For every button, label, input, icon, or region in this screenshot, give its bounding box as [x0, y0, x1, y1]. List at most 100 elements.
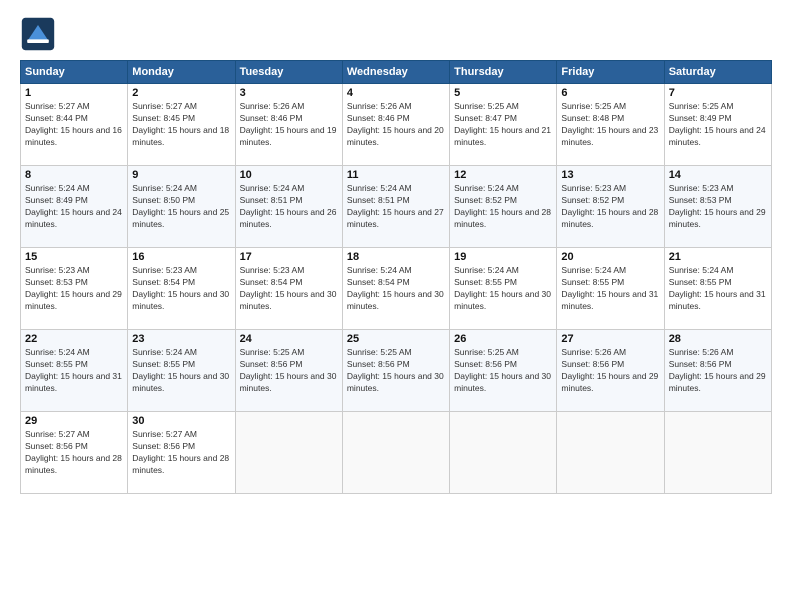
day-number: 14 [669, 169, 767, 181]
day-info: Sunrise: 5:25 AMSunset: 8:47 PMDaylight:… [454, 101, 552, 149]
day-number: 13 [561, 169, 659, 181]
empty-cell [557, 412, 664, 494]
calendar-day-21: 21Sunrise: 5:24 AMSunset: 8:55 PMDayligh… [664, 248, 771, 330]
calendar-day-14: 14 Sunrise: 5:23 AMSunset: 8:53 PMDayligh… [664, 166, 771, 248]
day-number: 4 [347, 87, 445, 99]
day-number: 8 [25, 169, 123, 181]
calendar-day-25: 25 Sunrise: 5:25 AMSunset: 8:56 PMDayligh… [342, 330, 449, 412]
calendar-day-10: 10Sunrise: 5:24 AMSunset: 8:51 PMDayligh… [235, 166, 342, 248]
calendar-header-thursday: Thursday [450, 61, 557, 84]
calendar-header-sunday: Sunday [21, 61, 128, 84]
calendar-day-22: 22Sunrise: 5:24 AMSunset: 8:55 PMDayligh… [21, 330, 128, 412]
day-info: Sunrise: 5:24 AMSunset: 8:55 PMDaylight:… [561, 265, 659, 313]
calendar-day-4: 4 Sunrise: 5:26 AMSunset: 8:46 PMDaylight… [342, 84, 449, 166]
day-info: Sunrise: 5:25 AMSunset: 8:56 PMDaylight:… [347, 347, 445, 395]
day-number: 3 [240, 87, 338, 99]
day-info: Sunrise: 5:27 AMSunset: 8:44 PMDaylight:… [25, 101, 123, 149]
calendar-day-7: 7 Sunrise: 5:25 AMSunset: 8:49 PMDaylight… [664, 84, 771, 166]
calendar-day-27: 27Sunrise: 5:26 AMSunset: 8:56 PMDayligh… [557, 330, 664, 412]
calendar-header-row: SundayMondayTuesdayWednesdayThursdayFrid… [21, 61, 772, 84]
day-number: 15 [25, 251, 123, 263]
day-info: Sunrise: 5:27 AMSunset: 8:56 PMDaylight:… [132, 429, 230, 477]
day-number: 25 [347, 333, 445, 345]
header [20, 16, 772, 52]
calendar-day-30: 30 Sunrise: 5:27 AMSunset: 8:56 PMDayligh… [128, 412, 235, 494]
day-info: Sunrise: 5:25 AMSunset: 8:56 PMDaylight:… [240, 347, 338, 395]
calendar-day-18: 18 Sunrise: 5:24 AMSunset: 8:54 PMDayligh… [342, 248, 449, 330]
calendar-day-13: 13Sunrise: 5:23 AMSunset: 8:52 PMDayligh… [557, 166, 664, 248]
day-info: Sunrise: 5:23 AMSunset: 8:53 PMDaylight:… [669, 183, 767, 231]
day-info: Sunrise: 5:24 AMSunset: 8:55 PMDaylight:… [454, 265, 552, 313]
calendar-week-3: 15 Sunrise: 5:23 AMSunset: 8:53 PMDayligh… [21, 248, 772, 330]
day-info: Sunrise: 5:26 AMSunset: 8:56 PMDaylight:… [561, 347, 659, 395]
day-info: Sunrise: 5:23 AMSunset: 8:54 PMDaylight:… [240, 265, 338, 313]
calendar-header-monday: Monday [128, 61, 235, 84]
day-info: Sunrise: 5:25 AMSunset: 8:49 PMDaylight:… [669, 101, 767, 149]
calendar-week-1: 1 Sunrise: 5:27 AMSunset: 8:44 PMDaylight… [21, 84, 772, 166]
day-info: Sunrise: 5:24 AMSunset: 8:51 PMDaylight:… [347, 183, 445, 231]
calendar-table: SundayMondayTuesdayWednesdayThursdayFrid… [20, 60, 772, 494]
day-number: 26 [454, 333, 552, 345]
day-number: 24 [240, 333, 338, 345]
day-info: Sunrise: 5:26 AMSunset: 8:46 PMDaylight:… [240, 101, 338, 149]
day-info: Sunrise: 5:25 AMSunset: 8:48 PMDaylight:… [561, 101, 659, 149]
day-number: 16 [132, 251, 230, 263]
page: SundayMondayTuesdayWednesdayThursdayFrid… [0, 0, 792, 612]
calendar-day-3: 3 Sunrise: 5:26 AMSunset: 8:46 PMDaylight… [235, 84, 342, 166]
logo [20, 16, 60, 52]
calendar-day-11: 11Sunrise: 5:24 AMSunset: 8:51 PMDayligh… [342, 166, 449, 248]
day-info: Sunrise: 5:27 AMSunset: 8:56 PMDaylight:… [25, 429, 123, 477]
calendar-day-1: 1 Sunrise: 5:27 AMSunset: 8:44 PMDaylight… [21, 84, 128, 166]
calendar-week-5: 29 Sunrise: 5:27 AMSunset: 8:56 PMDayligh… [21, 412, 772, 494]
calendar-day-17: 17 Sunrise: 5:23 AMSunset: 8:54 PMDayligh… [235, 248, 342, 330]
day-info: Sunrise: 5:26 AMSunset: 8:46 PMDaylight:… [347, 101, 445, 149]
calendar-week-2: 8 Sunrise: 5:24 AMSunset: 8:49 PMDaylight… [21, 166, 772, 248]
calendar-day-5: 5 Sunrise: 5:25 AMSunset: 8:47 PMDaylight… [450, 84, 557, 166]
day-number: 9 [132, 169, 230, 181]
day-number: 23 [132, 333, 230, 345]
calendar-header-wednesday: Wednesday [342, 61, 449, 84]
calendar-day-12: 12 Sunrise: 5:24 AMSunset: 8:52 PMDayligh… [450, 166, 557, 248]
calendar-day-16: 16 Sunrise: 5:23 AMSunset: 8:54 PMDayligh… [128, 248, 235, 330]
day-info: Sunrise: 5:26 AMSunset: 8:56 PMDaylight:… [669, 347, 767, 395]
day-number: 18 [347, 251, 445, 263]
day-number: 29 [25, 415, 123, 427]
calendar-day-9: 9 Sunrise: 5:24 AMSunset: 8:50 PMDaylight… [128, 166, 235, 248]
calendar-header-friday: Friday [557, 61, 664, 84]
empty-cell [664, 412, 771, 494]
day-number: 5 [454, 87, 552, 99]
calendar-day-29: 29 Sunrise: 5:27 AMSunset: 8:56 PMDayligh… [21, 412, 128, 494]
calendar-day-28: 28 Sunrise: 5:26 AMSunset: 8:56 PMDayligh… [664, 330, 771, 412]
calendar-day-8: 8 Sunrise: 5:24 AMSunset: 8:49 PMDaylight… [21, 166, 128, 248]
day-info: Sunrise: 5:24 AMSunset: 8:49 PMDaylight:… [25, 183, 123, 231]
day-number: 20 [561, 251, 659, 263]
day-info: Sunrise: 5:27 AMSunset: 8:45 PMDaylight:… [132, 101, 230, 149]
calendar-day-23: 23Sunrise: 5:24 AMSunset: 8:55 PMDayligh… [128, 330, 235, 412]
day-number: 1 [25, 87, 123, 99]
empty-cell [450, 412, 557, 494]
calendar-day-6: 6 Sunrise: 5:25 AMSunset: 8:48 PMDaylight… [557, 84, 664, 166]
day-info: Sunrise: 5:24 AMSunset: 8:54 PMDaylight:… [347, 265, 445, 313]
calendar-day-2: 2 Sunrise: 5:27 AMSunset: 8:45 PMDaylight… [128, 84, 235, 166]
calendar-header-saturday: Saturday [664, 61, 771, 84]
day-number: 7 [669, 87, 767, 99]
day-info: Sunrise: 5:24 AMSunset: 8:50 PMDaylight:… [132, 183, 230, 231]
day-number: 19 [454, 251, 552, 263]
day-info: Sunrise: 5:23 AMSunset: 8:54 PMDaylight:… [132, 265, 230, 313]
day-number: 12 [454, 169, 552, 181]
calendar-day-19: 19 Sunrise: 5:24 AMSunset: 8:55 PMDayligh… [450, 248, 557, 330]
day-number: 17 [240, 251, 338, 263]
day-info: Sunrise: 5:24 AMSunset: 8:55 PMDaylight:… [669, 265, 767, 313]
day-number: 6 [561, 87, 659, 99]
calendar-header-tuesday: Tuesday [235, 61, 342, 84]
day-number: 2 [132, 87, 230, 99]
day-number: 28 [669, 333, 767, 345]
calendar-day-15: 15 Sunrise: 5:23 AMSunset: 8:53 PMDayligh… [21, 248, 128, 330]
day-info: Sunrise: 5:24 AMSunset: 8:52 PMDaylight:… [454, 183, 552, 231]
day-number: 30 [132, 415, 230, 427]
day-number: 22 [25, 333, 123, 345]
empty-cell [342, 412, 449, 494]
day-info: Sunrise: 5:23 AMSunset: 8:53 PMDaylight:… [25, 265, 123, 313]
day-info: Sunrise: 5:24 AMSunset: 8:51 PMDaylight:… [240, 183, 338, 231]
day-info: Sunrise: 5:25 AMSunset: 8:56 PMDaylight:… [454, 347, 552, 395]
